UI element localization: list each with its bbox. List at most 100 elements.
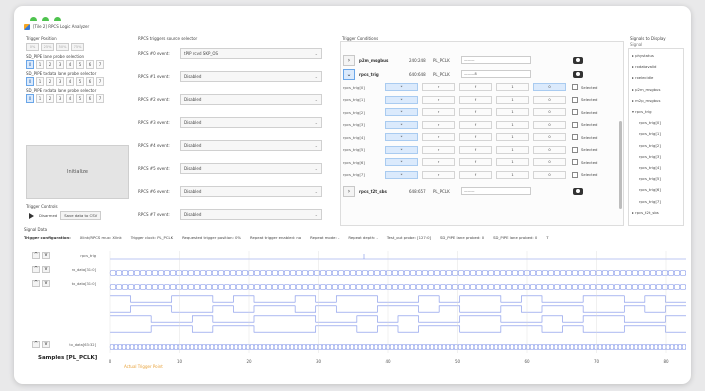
trigger-condition-cell[interactable]: f xyxy=(459,83,492,91)
camera-icon[interactable] xyxy=(573,70,583,78)
trigger-condition-cell[interactable]: * xyxy=(385,158,418,166)
trigger-condition-cell[interactable]: 0 xyxy=(533,120,566,129)
trigger-condition-cell[interactable]: f xyxy=(459,120,492,129)
txdata-probe-option-7[interactable]: 7 xyxy=(96,77,104,86)
initialize-button[interactable]: Initialize xyxy=(26,145,129,199)
move-up-icon[interactable]: ^ xyxy=(32,252,40,259)
rxdata-probe-option-7[interactable]: 7 xyxy=(96,94,104,103)
expand-chevron-icon[interactable]: › xyxy=(343,185,355,197)
rxdata-probe-option-1[interactable]: 1 xyxy=(36,94,44,103)
trigger-condition-cell[interactable]: r xyxy=(422,145,455,154)
lane-probe-option-5[interactable]: 5 xyxy=(76,60,84,69)
signal-group-value-input[interactable]: ——— xyxy=(461,187,531,195)
txdata-probe-option-1[interactable]: 1 xyxy=(36,77,44,86)
trigger-condition-cell[interactable]: f xyxy=(459,170,492,179)
expand-chevron-icon[interactable]: › xyxy=(343,54,355,66)
trigger-condition-cell[interactable]: r xyxy=(422,83,455,91)
signal-tree-item[interactable]: rpcs_trig[2] xyxy=(639,143,661,148)
move-up-icon[interactable]: ^ xyxy=(32,341,40,348)
trigger-condition-cell[interactable]: 0 xyxy=(533,83,566,91)
percent-75-button[interactable]: 75% xyxy=(71,43,84,51)
trigger-condition-cell[interactable]: f xyxy=(459,145,492,154)
trigger-condition-cell[interactable]: 1 xyxy=(496,170,529,179)
signal-tree-item[interactable]: rpcs_trig[5] xyxy=(639,176,661,181)
run-trigger-button[interactable] xyxy=(26,211,36,220)
rxdata-probe-option-4[interactable]: 4 xyxy=(66,94,74,103)
trigger-condition-cell[interactable]: * xyxy=(385,108,418,116)
selected-checkbox[interactable] xyxy=(572,84,578,90)
trigger-condition-cell[interactable]: r xyxy=(422,158,455,166)
selected-checkbox[interactable] xyxy=(572,159,578,165)
trigger-condition-cell[interactable]: 1 xyxy=(496,120,529,129)
trigger-condition-cell[interactable]: 0 xyxy=(533,158,566,166)
rpcs-event-select[interactable]: Disabled ⌄ xyxy=(180,186,322,197)
rpcs-event-select[interactable]: Disabled ⌄ xyxy=(180,117,322,128)
signal-tree-item[interactable]: rpcs_trig[6] xyxy=(639,187,661,192)
signal-tree-item[interactable]: rpcs_trig[4] xyxy=(639,165,661,170)
rxdata-probe-option-0[interactable]: 0 xyxy=(26,94,34,103)
rxdata-probe-option-6[interactable]: 6 xyxy=(86,94,94,103)
signal-tree-item[interactable]: rpcs_trig[0] xyxy=(639,120,661,125)
signal-group-value-input[interactable]: ——— xyxy=(461,56,531,64)
save-csv-button[interactable]: Save data to CSV xyxy=(60,211,102,220)
move-down-icon[interactable]: v xyxy=(42,280,50,287)
trigger-condition-cell[interactable]: r xyxy=(422,120,455,129)
txdata-probe-option-6[interactable]: 6 xyxy=(86,77,94,86)
rxdata-probe-option-2[interactable]: 2 xyxy=(46,94,54,103)
signal-group-value-input[interactable]: ———8 xyxy=(461,70,531,78)
lane-probe-option-3[interactable]: 3 xyxy=(56,60,64,69)
selected-checkbox[interactable] xyxy=(572,121,578,128)
trigger-condition-cell[interactable]: * xyxy=(385,83,418,91)
rpcs-event-select[interactable]: Disabled ⌄ xyxy=(180,163,322,174)
trigger-condition-cell[interactable]: 1 xyxy=(496,158,529,166)
trigger-condition-cell[interactable]: r xyxy=(422,133,455,141)
trigger-condition-cell[interactable]: 1 xyxy=(496,145,529,154)
move-down-icon[interactable]: v xyxy=(42,252,50,259)
expand-chevron-icon[interactable]: ⌄ xyxy=(343,68,355,80)
signal-tree-item[interactable]: rpcs_trig[7] xyxy=(639,199,661,204)
rpcs-event-select[interactable]: Disabled ⌄ xyxy=(180,94,322,105)
trigger-condition-cell[interactable]: 0 xyxy=(533,133,566,141)
trigger-condition-cell[interactable]: 0 xyxy=(533,108,566,116)
trigger-condition-cell[interactable]: 0 xyxy=(533,145,566,154)
percent-0-button[interactable]: 0% xyxy=(26,43,39,51)
camera-icon[interactable] xyxy=(573,187,583,195)
signal-tree-item[interactable]: ▸ rxdatavalid xyxy=(632,64,656,69)
txdata-probe-option-2[interactable]: 2 xyxy=(46,77,54,86)
txdata-probe-option-0[interactable]: 0 xyxy=(26,77,34,86)
selected-checkbox[interactable] xyxy=(572,109,578,115)
signal-tree-item[interactable]: rpcs_trig[3] xyxy=(639,154,661,159)
rpcs-event-select[interactable]: Disabled ⌄ xyxy=(180,71,322,82)
signal-tree-item[interactable]: ▸ p2m_msgbus xyxy=(632,87,660,92)
trigger-condition-cell[interactable]: f xyxy=(459,108,492,116)
rpcs-event-select[interactable]: Disabled ⌄ xyxy=(180,209,322,220)
trigger-condition-cell[interactable]: * xyxy=(385,145,418,154)
percent-25-button[interactable]: 25% xyxy=(41,43,54,51)
camera-icon[interactable] xyxy=(573,56,583,64)
trigger-condition-cell[interactable]: * xyxy=(385,133,418,141)
signal-tree-item[interactable]: ▸ rxelecidle xyxy=(632,75,653,80)
move-up-icon[interactable]: ^ xyxy=(32,280,40,287)
trigger-condition-cell[interactable]: f xyxy=(459,133,492,141)
trigger-condition-cell[interactable]: r xyxy=(422,108,455,116)
trigger-condition-cell[interactable]: 1 xyxy=(496,133,529,141)
signal-tree-item[interactable]: ▾ rpcs_trig xyxy=(632,109,652,114)
trigger-condition-cell[interactable]: 1 xyxy=(496,108,529,116)
signal-tree-item[interactable]: ▸ m2p_msgbus xyxy=(632,98,660,103)
signal-tree-item[interactable]: rpcs_trig[1] xyxy=(639,131,661,136)
selected-checkbox[interactable] xyxy=(572,134,578,140)
move-up-icon[interactable]: ^ xyxy=(32,266,40,273)
trigger-condition-cell[interactable]: * xyxy=(385,120,418,129)
percent-50-button[interactable]: 50% xyxy=(56,43,69,51)
trigger-condition-cell[interactable]: * xyxy=(385,170,418,179)
trigger-condition-cell[interactable]: 1 xyxy=(496,83,529,91)
trigger-condition-cell[interactable]: f xyxy=(459,95,492,104)
txdata-probe-option-3[interactable]: 3 xyxy=(56,77,64,86)
signal-tree-item[interactable]: ▸ rpcs_t2t_sbs xyxy=(632,210,659,215)
rpcs-event-select[interactable]: Disabled ⌄ xyxy=(180,140,322,151)
txdata-probe-option-4[interactable]: 4 xyxy=(66,77,74,86)
signal-tree-item[interactable]: ▸ phystatus xyxy=(632,53,654,58)
lane-probe-option-7[interactable]: 7 xyxy=(96,60,104,69)
lane-probe-option-0[interactable]: 0 xyxy=(26,60,34,69)
rpcs-event-select[interactable]: tPIP rcvd SKP_OS ⌄ xyxy=(180,48,322,59)
